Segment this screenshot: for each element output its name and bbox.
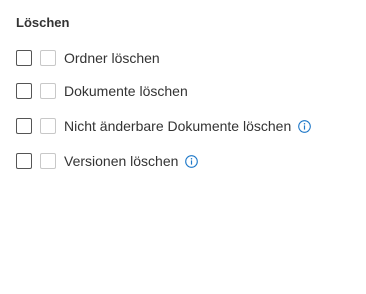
- permission-label: Ordner löschen: [64, 50, 160, 66]
- permission-row-dokumente-loeschen: Dokumente löschen: [16, 81, 188, 101]
- permission-secondary-checkbox[interactable]: [40, 153, 56, 169]
- section-title: Löschen: [16, 15, 70, 30]
- delete-permissions-panel: Löschen Ordner löschen Dokumente löschen…: [0, 0, 366, 294]
- permission-secondary-checkbox[interactable]: [40, 83, 56, 99]
- permission-row-versionen-loeschen: Versionen löschen: [16, 151, 199, 171]
- info-icon[interactable]: [298, 119, 312, 133]
- info-icon[interactable]: [185, 154, 199, 168]
- permission-checkbox[interactable]: [16, 50, 32, 66]
- permission-label: Dokumente löschen: [64, 83, 188, 99]
- permission-checkbox[interactable]: [16, 83, 32, 99]
- permission-label: Versionen löschen: [64, 153, 179, 169]
- permission-row-nicht-aenderbare-dokumente-loeschen: Nicht änderbare Dokumente löschen: [16, 116, 312, 136]
- permission-secondary-checkbox[interactable]: [40, 118, 56, 134]
- permission-secondary-checkbox[interactable]: [40, 50, 56, 66]
- permission-checkbox[interactable]: [16, 153, 32, 169]
- permission-label: Nicht änderbare Dokumente löschen: [64, 118, 292, 134]
- permission-row-ordner-loeschen: Ordner löschen: [16, 48, 160, 68]
- permission-checkbox[interactable]: [16, 118, 32, 134]
